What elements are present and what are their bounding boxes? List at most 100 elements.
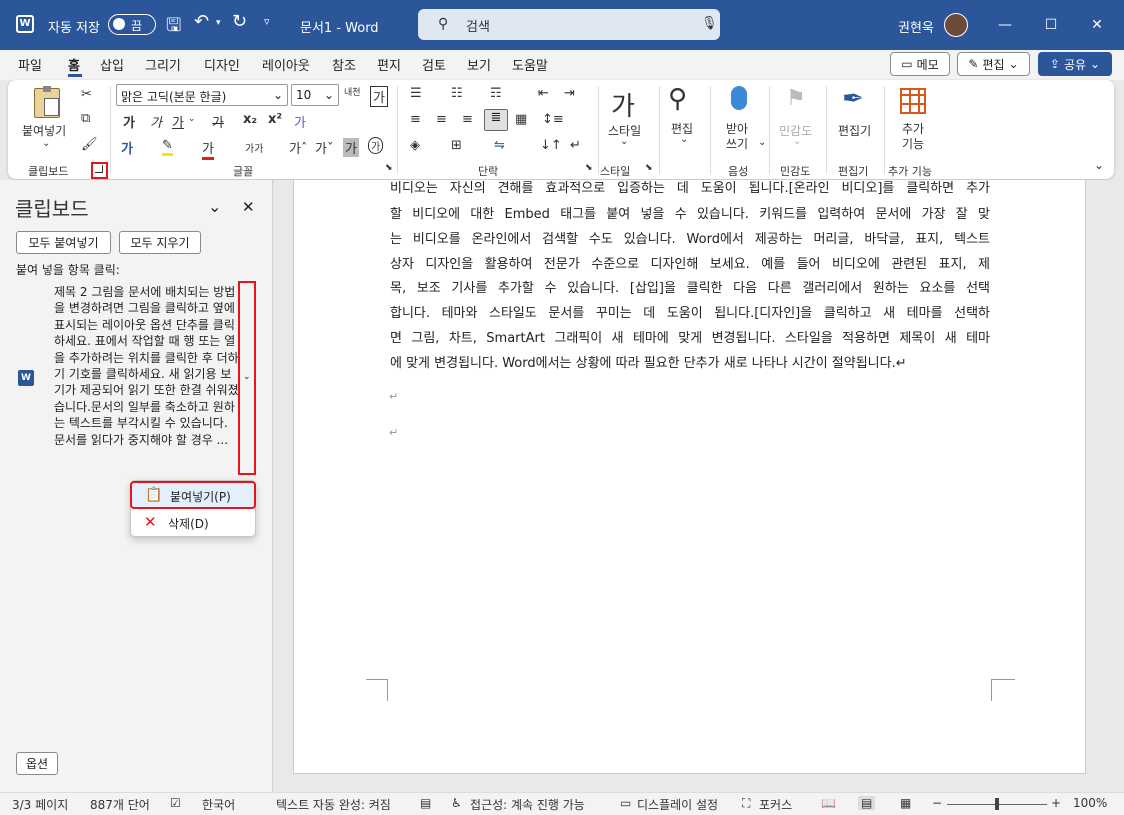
avatar[interactable] <box>944 13 968 37</box>
print-layout-icon[interactable]: ▤ <box>858 796 876 810</box>
tab-mailings[interactable]: 편지 <box>377 55 401 74</box>
edit-mode-button[interactable]: ✎ 편집 ⌄ <box>957 52 1030 76</box>
doc-line-5[interactable]: 목, 보조 기사를 추가할 수 있습니다. [삽입]을 클릭한 다음 다른 갤러… <box>390 277 990 296</box>
font-launcher-icon[interactable]: ⬊ <box>385 163 393 173</box>
paste-dropdown-icon[interactable]: ⌄ <box>42 138 50 149</box>
doc-line-2[interactable]: 할 비디오에 대한 Embed 태그를 붙여 넣을 수 있습니다. 키워드를 입… <box>390 203 990 222</box>
format-painter-icon[interactable]: 🖌 <box>81 137 98 152</box>
page-count[interactable]: 3/3 페이지 <box>12 796 68 813</box>
align-right-icon[interactable]: ≡ <box>462 112 473 127</box>
text-autocomplete-status[interactable]: 텍스트 자동 완성: 켜짐 <box>276 796 391 813</box>
addins-button-label[interactable]: 추가 기능 <box>902 122 924 152</box>
cut-icon[interactable]: ✂ <box>81 87 92 102</box>
options-button[interactable]: 옵션 <box>16 752 58 775</box>
tab-design[interactable]: 디자인 <box>204 55 240 74</box>
doc-line-3[interactable]: 는 비디오를 온라인에서 검색할 수도 있습니다. Word에서 제공하는 머리… <box>390 228 990 247</box>
highlight-color-icon[interactable]: ✎ <box>162 138 173 156</box>
tab-layout[interactable]: 레이아웃 <box>262 55 310 74</box>
close-icon[interactable]: ✕ <box>242 198 255 216</box>
asian-layout-icon[interactable]: ⇋ <box>494 138 505 153</box>
chevron-down-icon[interactable]: ⌄ <box>188 114 196 124</box>
tab-review[interactable]: 검토 <box>422 55 446 74</box>
justify-icon[interactable]: ≣ <box>484 109 508 131</box>
web-layout-icon[interactable]: ▦ <box>900 796 911 810</box>
find-icon[interactable]: ⚲ <box>668 84 687 114</box>
menu-item-delete[interactable]: 삭제(D) <box>168 515 209 532</box>
pane-options-icon[interactable]: ⌄ <box>208 197 221 216</box>
ribbon-collapse-icon[interactable]: ⌄ <box>1094 158 1104 172</box>
increase-indent-icon[interactable]: ⇥ <box>564 86 575 101</box>
paste-button-label[interactable]: 붙여넣기 <box>22 122 66 139</box>
sort-icon[interactable]: ↓↑ <box>540 138 562 153</box>
read-mode-icon[interactable]: 📖 <box>821 796 836 810</box>
minimize-button[interactable]: — <box>982 0 1028 50</box>
dictate-icon[interactable] <box>731 86 747 110</box>
undo-dropdown-icon[interactable]: ▾ <box>216 18 221 28</box>
language[interactable]: 한국어 <box>202 796 235 813</box>
zoom-slider-thumb[interactable] <box>995 798 999 810</box>
microphone-icon[interactable]: 🎙 <box>701 16 718 31</box>
focus-mode[interactable]: 포커스 <box>759 796 792 813</box>
tab-draw[interactable]: 그리기 <box>145 55 181 74</box>
tab-insert[interactable]: 삽입 <box>100 55 124 74</box>
subscript-icon[interactable]: x₂ <box>243 112 257 127</box>
borders-icon[interactable]: ⊞ <box>451 138 462 153</box>
tab-home[interactable]: 홈 <box>68 55 80 74</box>
search-box[interactable]: ⚲ 검색 🎙 <box>418 9 720 40</box>
display-settings[interactable]: 디스플레이 설정 <box>637 796 718 813</box>
addins-icon[interactable] <box>900 88 926 114</box>
undo-icon[interactable]: ↶ <box>194 11 209 32</box>
dictate-button-label[interactable]: 받아 쓰기 <box>726 122 748 152</box>
tab-help[interactable]: 도움말 <box>512 55 548 74</box>
italic-icon[interactable]: 가 <box>150 112 162 131</box>
enclose-char-icon[interactable]: 가 <box>368 137 384 154</box>
copy-icon[interactable]: ⧉ <box>81 111 90 126</box>
doc-line-1[interactable]: 비디오는 자신의 견해를 효과적으로 입증하는 데 도움이 됩니다.[온라인 비… <box>390 177 990 196</box>
superscript-icon[interactable]: x² <box>268 112 282 127</box>
accessibility-status[interactable]: 접근성: 계속 진행 가능 <box>470 796 585 813</box>
styles-icon[interactable]: 가 <box>611 86 635 123</box>
clear-all-button[interactable]: 모두 지우기 <box>119 231 201 254</box>
doc-line-4[interactable]: 상자 디자인을 활용하여 전문가 수준으로 디자인해 보세요. 예를 들어 비디… <box>390 253 990 272</box>
customize-qat-icon[interactable]: ▿ <box>264 15 270 28</box>
char-border-icon[interactable]: 가 <box>370 86 388 107</box>
align-center-icon[interactable]: ≡ <box>436 112 447 127</box>
font-name-combo[interactable]: 맑은 고딕(본문 한글) ⌄ <box>116 84 288 106</box>
clear-format-icon[interactable]: 가 <box>294 112 306 131</box>
word-count[interactable]: 887개 단어 <box>90 796 150 813</box>
proofing-icon[interactable]: ☑ <box>170 796 181 810</box>
multilevel-list-icon[interactable]: ☶ <box>490 86 502 101</box>
chevron-down-icon[interactable]: ⌄ <box>758 137 766 148</box>
zoom-level[interactable]: 100% <box>1073 796 1107 810</box>
tab-view[interactable]: 보기 <box>467 55 491 74</box>
grow-font-icon[interactable]: 가ˆ <box>289 138 307 157</box>
bold-icon[interactable]: 가 <box>123 112 135 131</box>
maximize-button[interactable]: ☐ <box>1028 0 1074 50</box>
tab-references[interactable]: 참조 <box>332 55 356 74</box>
doc-line-7[interactable]: 면 그림, 차트, SmartArt 그래픽이 새 테마에 맞게 변경됩니다. … <box>390 327 990 346</box>
chevron-down-icon[interactable]: ⌄ <box>680 134 688 145</box>
doc-line-8[interactable]: 에 맞게 변경됩니다. Word에서는 상황에 따라 필요한 단추가 새로 나타… <box>390 352 990 371</box>
phonetic-guide-icon[interactable]: 내천 <box>344 85 361 98</box>
align-left-icon[interactable]: ≡ <box>410 112 421 127</box>
chevron-down-icon[interactable]: ⌄ <box>620 136 628 147</box>
font-size-combo[interactable]: 10 ⌄ <box>291 84 339 106</box>
paste-icon[interactable] <box>34 86 60 118</box>
menu-item-paste[interactable]: 📋 붙여넣기(P) <box>130 481 256 509</box>
line-spacing-icon[interactable]: ↕≡ <box>542 112 564 127</box>
editor-icon[interactable]: ✒ <box>842 84 864 114</box>
share-button[interactable]: ⇪ 공유 ⌄ <box>1038 52 1112 76</box>
paragraph-launcher-icon[interactable]: ⬊ <box>585 163 593 173</box>
styles-launcher-icon[interactable]: ⬊ <box>645 163 653 173</box>
decrease-indent-icon[interactable]: ⇤ <box>538 86 549 101</box>
show-marks-icon[interactable]: ↵ <box>570 138 581 153</box>
font-color-icon[interactable]: 가 <box>202 138 214 160</box>
redo-icon[interactable]: ↻ <box>232 11 247 32</box>
close-button[interactable]: ✕ <box>1074 0 1120 50</box>
numbering-icon[interactable]: ☷ <box>451 86 463 101</box>
doc-line-6[interactable]: 합니다. 테마와 스타일도 문서를 꾸미는 데 도움이 됩니다.[디자인]을 클… <box>390 302 990 321</box>
clipboard-item[interactable]: 제목 2 그림을 문서에 배치되는 방법을 변경하려면 그림을 클릭하고 옆에 … <box>54 284 240 448</box>
shading-icon[interactable]: ◈ <box>410 138 420 153</box>
shrink-font-icon[interactable]: 가ˇ <box>315 138 333 157</box>
autosave-toggle[interactable]: 끔 <box>108 14 156 35</box>
